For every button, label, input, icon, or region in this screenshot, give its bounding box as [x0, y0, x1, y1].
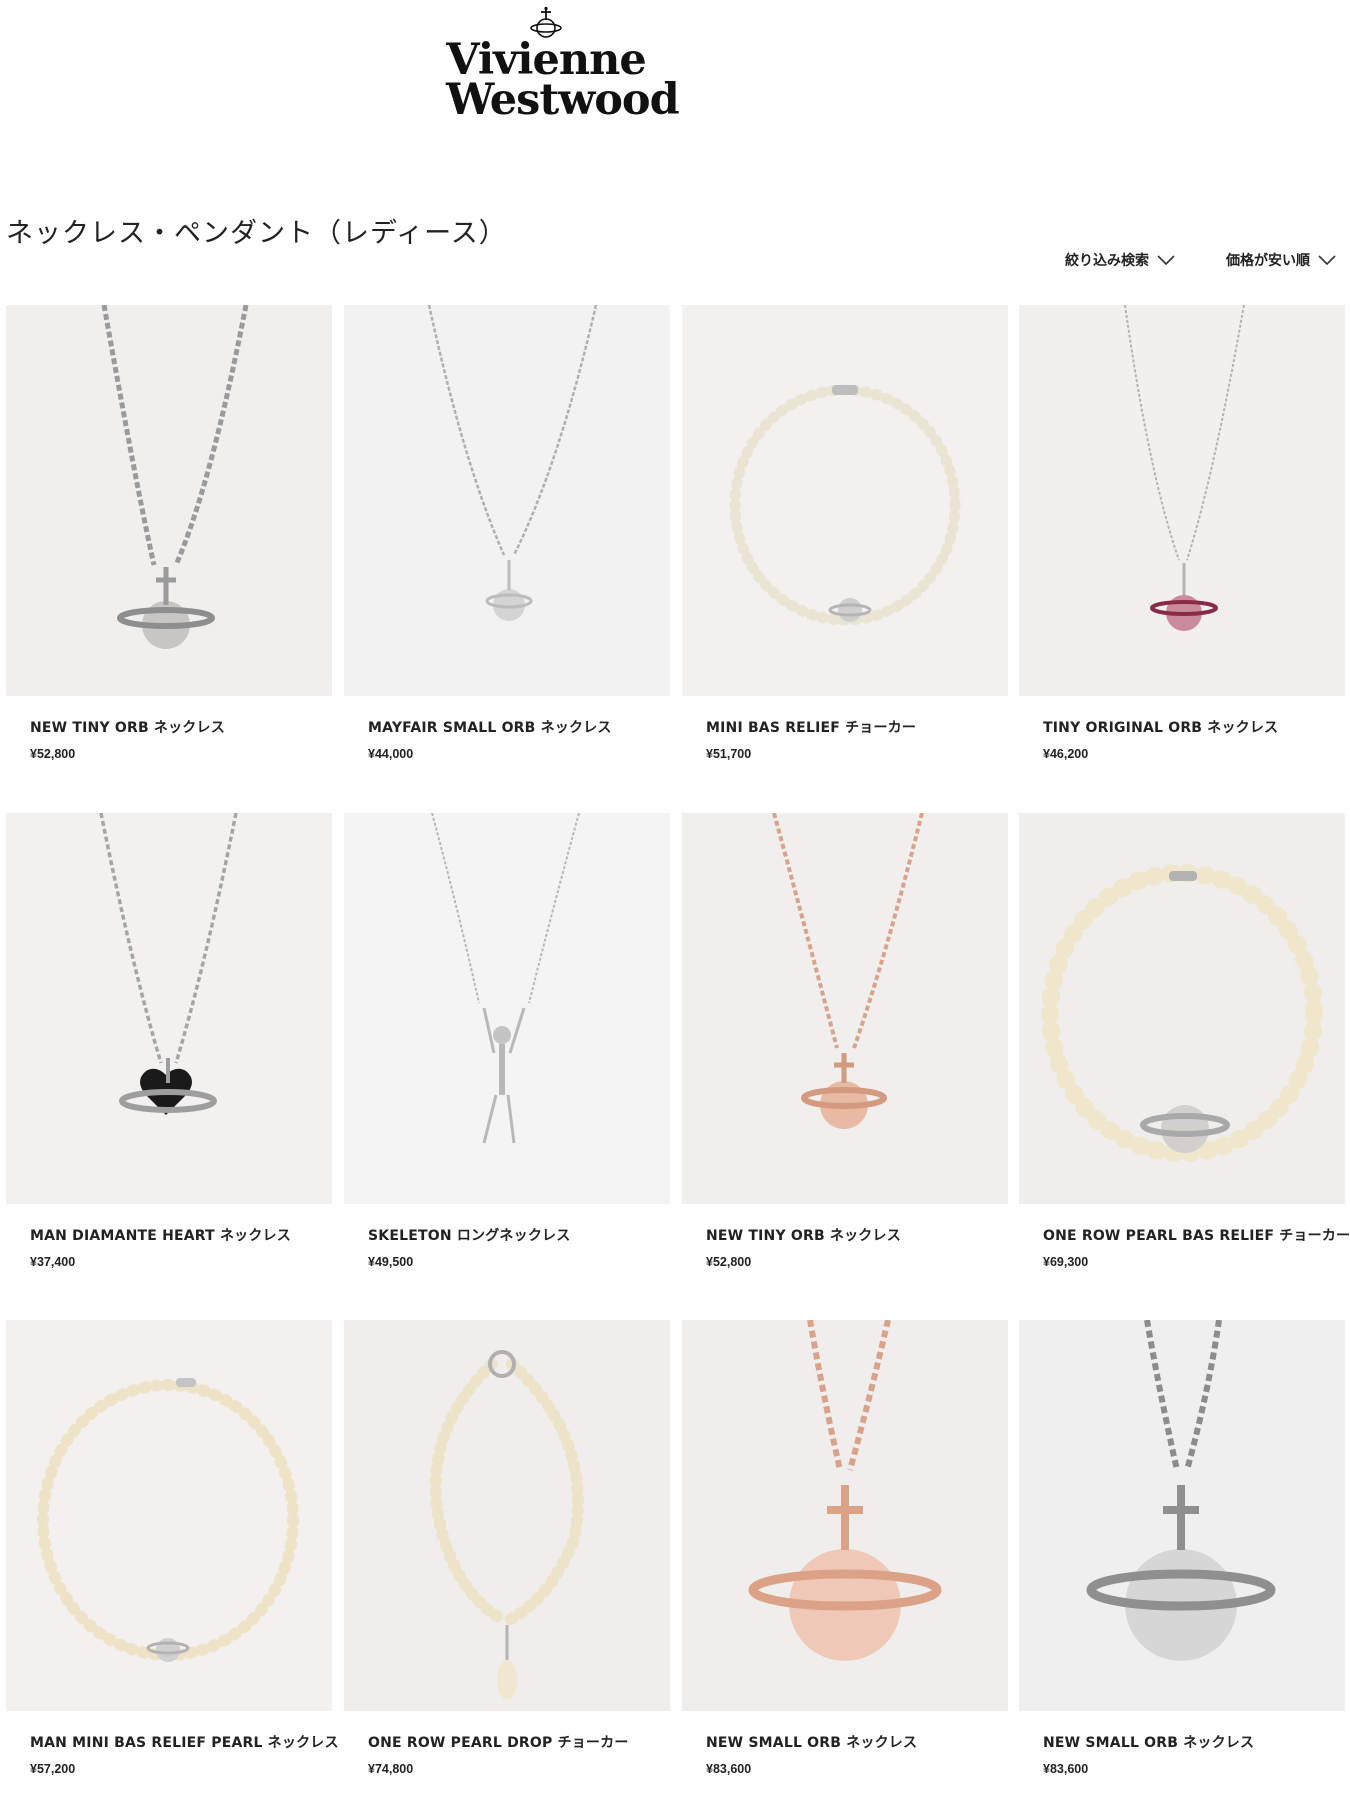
product-price: ¥83,600	[1043, 1762, 1089, 1776]
product-card[interactable]: MINI BAS RELIEF チョーカー ¥51,700	[682, 305, 1008, 761]
product-name[interactable]: SKELETON ロングネックレス	[368, 1225, 570, 1245]
product-name[interactable]: ONE ROW PEARL BAS RELIEF チョーカー	[1043, 1225, 1350, 1245]
product-price: ¥51,700	[706, 747, 752, 761]
product-card[interactable]: MAN DIAMANTE HEART ネックレス ¥37,400	[6, 813, 332, 1269]
product-card[interactable]: MAN MINI BAS RELIEF PEARL ネックレス ¥57,200	[6, 1320, 338, 1776]
product-price: ¥52,800	[706, 1255, 752, 1269]
product-card[interactable]: NEW SMALL ORB ネックレス ¥83,600	[682, 1320, 1008, 1776]
product-card[interactable]: MAYFAIR SMALL ORB ネックレス ¥44,000	[344, 305, 670, 761]
product-name[interactable]: MINI BAS RELIEF チョーカー	[706, 717, 916, 737]
product-image	[6, 1320, 332, 1711]
product-price: ¥44,000	[368, 747, 414, 761]
product-card[interactable]: TINY ORIGINAL ORB ネックレス ¥46,200	[1019, 305, 1345, 761]
product-card[interactable]: SKELETON ロングネックレス ¥49,500	[344, 813, 670, 1269]
product-card[interactable]: NEW SMALL ORB ネックレス ¥83,600	[1019, 1320, 1345, 1776]
product-image	[682, 1320, 1008, 1711]
product-name[interactable]: TINY ORIGINAL ORB ネックレス	[1043, 717, 1278, 737]
product-card[interactable]: ONE ROW PEARL BAS RELIEF チョーカー ¥69,300	[1019, 813, 1350, 1269]
product-price: ¥46,200	[1043, 747, 1089, 761]
product-image	[344, 1320, 670, 1711]
product-name[interactable]: ONE ROW PEARL DROP チョーカー	[368, 1732, 629, 1752]
product-image	[6, 305, 332, 696]
product-name[interactable]: NEW TINY ORB ネックレス	[30, 717, 225, 737]
product-image	[682, 305, 1008, 696]
product-name[interactable]: NEW TINY ORB ネックレス	[706, 1225, 901, 1245]
product-image	[1019, 1320, 1345, 1711]
product-name[interactable]: NEW SMALL ORB ネックレス	[1043, 1732, 1254, 1752]
product-image	[682, 813, 1008, 1204]
product-image	[344, 813, 670, 1204]
product-price: ¥57,200	[30, 1762, 76, 1776]
product-name[interactable]: MAYFAIR SMALL ORB ネックレス	[368, 717, 612, 737]
product-image	[1019, 305, 1345, 696]
product-price: ¥69,300	[1043, 1255, 1089, 1269]
product-card[interactable]: NEW TINY ORB ネックレス ¥52,800	[6, 305, 332, 761]
product-image	[1019, 813, 1345, 1204]
product-image	[6, 813, 332, 1204]
product-price: ¥74,800	[368, 1762, 414, 1776]
product-price: ¥52,800	[30, 747, 76, 761]
product-name[interactable]: NEW SMALL ORB ネックレス	[706, 1732, 917, 1752]
product-name[interactable]: MAN MINI BAS RELIEF PEARL ネックレス	[30, 1732, 339, 1752]
product-price: ¥49,500	[368, 1255, 414, 1269]
product-grid: NEW TINY ORB ネックレス ¥52,800 MAYFAIR SMALL…	[0, 0, 1350, 1800]
product-image	[344, 305, 670, 696]
product-card[interactable]: NEW TINY ORB ネックレス ¥52,800	[682, 813, 1008, 1269]
product-name[interactable]: MAN DIAMANTE HEART ネックレス	[30, 1225, 291, 1245]
product-price: ¥83,600	[706, 1762, 752, 1776]
product-price: ¥37,400	[30, 1255, 76, 1269]
product-card[interactable]: ONE ROW PEARL DROP チョーカー ¥74,800	[344, 1320, 670, 1776]
